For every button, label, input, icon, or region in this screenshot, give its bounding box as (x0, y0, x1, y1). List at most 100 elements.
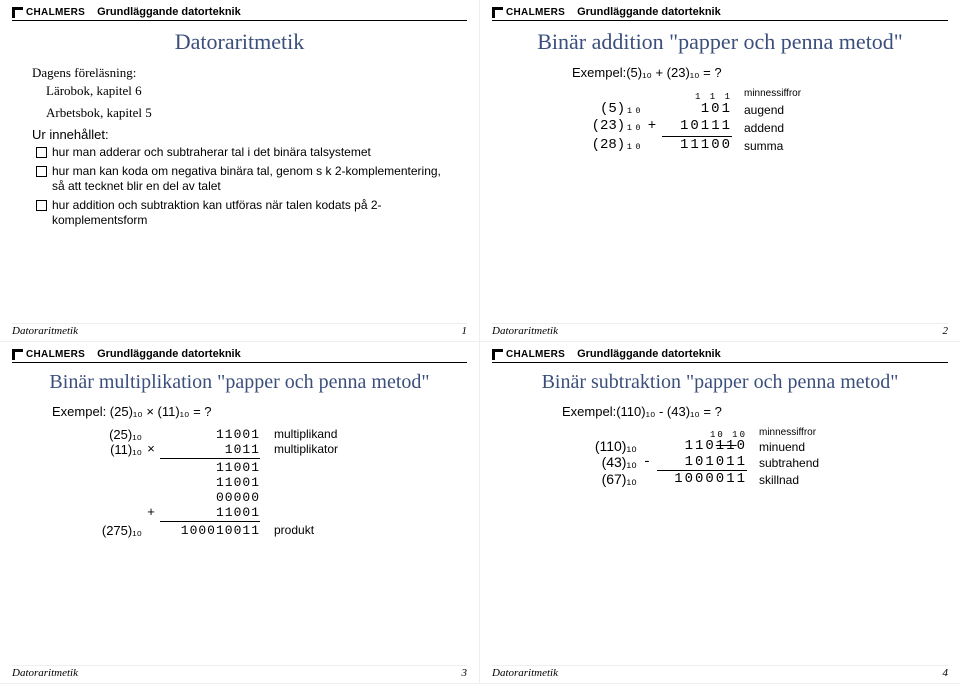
footer-label: Datoraritmetik (492, 325, 558, 337)
partial-3: 00000 (160, 490, 260, 505)
sum-dec: (28)₁₀ (582, 137, 642, 155)
minuend-label: minuend (747, 440, 857, 454)
multiplier-label: multiplikator (260, 442, 370, 457)
slide-header: CHALMERS Grundläggande datorteknik (12, 348, 467, 363)
slide-header: CHALMERS Grundläggande datorteknik (492, 348, 948, 363)
page-number: 4 (943, 667, 949, 679)
multiplication-work: (25)₁₀11001multiplikand (11)₁₀×1011multi… (72, 427, 447, 538)
slide-footer: Datoraritmetik 2 (492, 323, 948, 337)
partial-4: 11001 (160, 505, 260, 520)
borrow-label: minnessiffror (747, 427, 857, 438)
course-name: Grundläggande datorteknik (97, 6, 241, 18)
chalmers-logo: CHALMERS (12, 349, 85, 360)
slide-title: Datoraritmetik (12, 29, 467, 55)
addend-dec: (23)₁₀ (582, 118, 642, 136)
bullet-item: hur addition och subtraktion kan utföras… (36, 198, 447, 229)
plus-sign: + (642, 118, 662, 136)
chalmers-logo: CHALMERS (492, 7, 565, 18)
slide-title: Binär subtraktion "papper och penna meto… (492, 371, 948, 394)
lecture-line-b: Arbetsbok, kapitel 5 (32, 105, 447, 121)
bullet-item: hur man kan koda om negativa binära tal,… (36, 164, 447, 195)
slide-header: CHALMERS Grundläggande datorteknik (12, 6, 467, 21)
course-name: Grundläggande datorteknik (97, 348, 241, 360)
multiplier-dec: (11)₁₀ (72, 442, 142, 457)
slide-body: Exempel: (25)₁₀ × (11)₁₀ = ? (25)₁₀ 11001… (12, 404, 467, 538)
carry-row: 1 1 1 minnessiffror (582, 88, 928, 101)
bullet-item: hur man adderar och subtraherar tal i de… (36, 145, 447, 161)
difference-dec: (67)₁₀ (567, 471, 637, 487)
page-number: 3 (462, 667, 468, 679)
multiplicand-label: multiplikand (260, 427, 370, 442)
contents-heading: Ur innehållet: (32, 127, 447, 142)
addend-bin: 10111 (662, 118, 732, 136)
slide-footer: Datoraritmetik 4 (492, 665, 948, 679)
slide-2: CHALMERS Grundläggande datorteknik Binär… (480, 0, 960, 342)
sum-row: (28)₁₀ 11100 summa (582, 136, 928, 155)
slide-3: CHALMERS Grundläggande datorteknik Binär… (0, 342, 480, 684)
slide-1: CHALMERS Grundläggande datorteknik Dator… (0, 0, 480, 342)
slide-body: Exempel:(5)₁₀ + (23)₁₀ = ? 1 1 1 minness… (492, 65, 948, 154)
product-dec: (275)₁₀ (72, 523, 142, 538)
slide-footer: Datoraritmetik 1 (12, 323, 467, 337)
multiplier-bin: 1011 (160, 442, 260, 457)
slide-footer: Datoraritmetik 3 (12, 665, 467, 679)
logo-icon (12, 7, 23, 18)
plus-sign: + (142, 505, 160, 520)
footer-label: Datoraritmetik (12, 667, 78, 679)
minuend-dec: (110)₁₀ (567, 438, 637, 454)
course-name: Grundläggande datorteknik (577, 348, 721, 360)
carry-label: minnessiffror (732, 88, 822, 101)
minuend-bin: 110110 (657, 438, 747, 454)
example-question: Exempel:(110)₁₀ - (43)₁₀ = ? (562, 404, 928, 419)
brand-text: CHALMERS (506, 349, 565, 360)
lecture-line-a: Lärobok, kapitel 6 (32, 83, 447, 99)
page-number: 1 (462, 325, 468, 337)
rule-line (160, 458, 260, 459)
sum-label: summa (732, 139, 822, 154)
subtraction-work: 10 10minnessiffror (110)₁₀ 110110 minuen… (567, 427, 928, 487)
subtrahend-bin: 101011 (657, 454, 747, 470)
multiplicand-dec: (25)₁₀ (72, 427, 142, 442)
logo-icon (492, 349, 503, 360)
course-name: Grundläggande datorteknik (577, 6, 721, 18)
multiplicand-bin: 11001 (160, 427, 260, 442)
augend-row: (5)₁₀ 101 augend (582, 101, 928, 119)
sum-bin: 11100 (662, 136, 732, 155)
product-bin: 100010011 (160, 523, 260, 538)
slide-title: Binär addition "papper och penna metod" (492, 29, 948, 55)
augend-dec: (5)₁₀ (582, 101, 642, 119)
footer-label: Datoraritmetik (492, 667, 558, 679)
example-question: Exempel: (25)₁₀ × (11)₁₀ = ? (52, 404, 447, 419)
augend-bin: 101 (662, 101, 732, 119)
times-sign: × (142, 442, 160, 457)
product-label: produkt (260, 523, 370, 538)
logo-icon (12, 349, 23, 360)
slide-4: CHALMERS Grundläggande datorteknik Binär… (480, 342, 960, 684)
chalmers-logo: CHALMERS (12, 7, 85, 18)
slide-header: CHALMERS Grundläggande datorteknik (492, 6, 948, 21)
subtrahend-dec: (43)₁₀ (567, 454, 637, 470)
augend-label: augend (732, 103, 822, 118)
addend-label: addend (732, 121, 822, 136)
addend-row: (23)₁₀ + 10111 addend (582, 118, 928, 136)
footer-label: Datoraritmetik (12, 325, 78, 337)
slide-title: Binär multiplikation "papper och penna m… (12, 371, 467, 394)
lecture-heading: Dagens föreläsning: (32, 65, 447, 81)
brand-text: CHALMERS (506, 7, 565, 18)
difference-bin: 1000011 (657, 470, 747, 487)
example-question: Exempel:(5)₁₀ + (23)₁₀ = ? (572, 65, 928, 80)
logo-icon (492, 7, 503, 18)
subtrahend-label: subtrahend (747, 456, 857, 470)
brand-text: CHALMERS (26, 7, 85, 18)
slide-body: Dagens föreläsning: Lärobok, kapitel 6 A… (12, 65, 467, 229)
brand-text: CHALMERS (26, 349, 85, 360)
chalmers-logo: CHALMERS (492, 349, 565, 360)
difference-label: skillnad (747, 473, 857, 487)
contents-list: hur man adderar och subtraherar tal i de… (32, 145, 447, 229)
page-number: 2 (943, 325, 949, 337)
minus-sign: - (637, 454, 657, 470)
partial-1: 11001 (160, 460, 260, 475)
slide-body: Exempel:(110)₁₀ - (43)₁₀ = ? 10 10minnes… (492, 404, 948, 487)
partial-2: 11001 (160, 475, 260, 490)
rule-line (160, 521, 260, 522)
